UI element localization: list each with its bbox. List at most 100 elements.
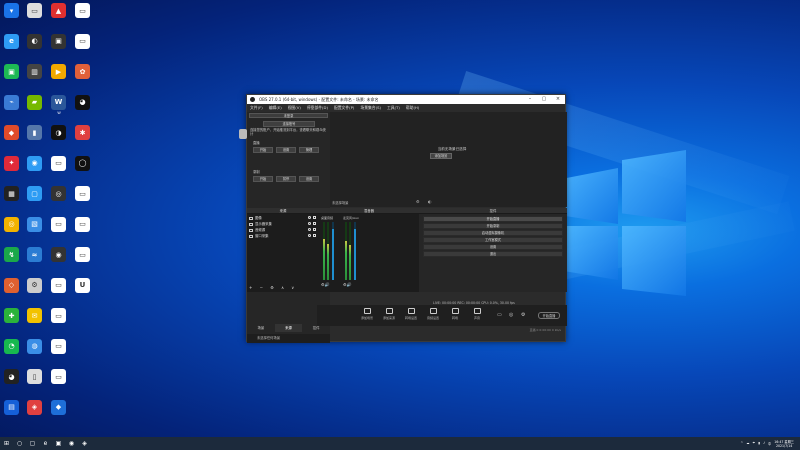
desktop-icon[interactable]: ◯ bbox=[71, 155, 95, 182]
desktop-icon[interactable]: ◕ bbox=[0, 368, 24, 395]
lock-icon[interactable] bbox=[313, 228, 316, 231]
menu-item[interactable]: 场景集合(S) bbox=[360, 104, 381, 112]
mixer-mic-mute-icon[interactable]: ⚙🔊 bbox=[343, 283, 355, 287]
desktop-icon[interactable]: ▭ bbox=[47, 216, 71, 243]
desktop-icon[interactable]: ▭ bbox=[71, 2, 95, 29]
desktop-icon[interactable]: ▣ bbox=[47, 33, 71, 60]
desktop-icon[interactable]: WW bbox=[47, 94, 71, 121]
desktop-icon[interactable]: ▤ bbox=[0, 399, 24, 426]
transition-settings-tool[interactable]: 转场设置 bbox=[401, 307, 421, 324]
desktop-icon[interactable]: ▥ bbox=[23, 63, 47, 90]
start-recording-button[interactable]: 开始录制 bbox=[423, 223, 563, 229]
filters-icon[interactable]: ◐ bbox=[428, 199, 432, 204]
desktop-icon[interactable]: ◕ bbox=[71, 94, 95, 121]
desktop-icon[interactable]: ⚙ bbox=[23, 277, 47, 304]
desktop-icon[interactable]: ✚ bbox=[0, 307, 24, 334]
maximize-button[interactable]: ▢ bbox=[537, 95, 551, 104]
desktop-icon[interactable]: U bbox=[71, 277, 95, 304]
account-select[interactable]: 未登录 bbox=[249, 113, 328, 118]
tab-sources[interactable]: 来源 bbox=[274, 324, 303, 332]
start-streaming-button[interactable]: 开始直播 bbox=[423, 216, 563, 222]
add-scene-button[interactable]: 添加场景 bbox=[430, 153, 452, 159]
menu-item[interactable]: 停靠部件(D) bbox=[307, 104, 328, 112]
preview-area[interactable]: 当前无场景已选择 添加场景 bbox=[330, 112, 567, 207]
desktop-icon[interactable]: ◔ bbox=[0, 338, 24, 365]
desktop-icon[interactable]: ▭ bbox=[23, 2, 47, 29]
desktop-icon[interactable]: ✱ bbox=[71, 124, 95, 151]
desktop-icon[interactable]: ▭ bbox=[47, 338, 71, 365]
desktop-icon[interactable]: ▧ bbox=[23, 216, 47, 243]
menu-item[interactable]: 编辑(E) bbox=[269, 104, 282, 112]
exit-button[interactable]: 退出 bbox=[423, 251, 563, 257]
menu-item[interactable]: 配置文件(P) bbox=[334, 104, 354, 112]
desktop-icon[interactable]: ◎ bbox=[0, 216, 24, 243]
audio-settings-tool[interactable]: 音频设置 bbox=[423, 307, 443, 324]
taskbar-app-icon[interactable]: e bbox=[39, 437, 52, 450]
source-actions[interactable]: + − ⚙ ∧ ∨ bbox=[249, 285, 297, 290]
desktop-icon[interactable]: ▮ bbox=[23, 124, 47, 151]
menu-item[interactable]: 文件(F) bbox=[250, 104, 263, 112]
lock-icon[interactable] bbox=[313, 234, 316, 237]
record-pause-button[interactable]: 暂停 bbox=[276, 176, 296, 182]
desktop-icon[interactable]: ≈ bbox=[23, 246, 47, 273]
desktop-icon[interactable]: ▶ bbox=[47, 63, 71, 90]
record-settings-button[interactable]: 设置 bbox=[299, 176, 319, 182]
desktop-icon[interactable]: ▭ bbox=[47, 307, 71, 334]
desktop-icon[interactable]: ◎ bbox=[47, 185, 71, 212]
start-virtualcam-button[interactable]: 启动虚拟摄像机 bbox=[423, 230, 563, 236]
desktop-icon[interactable]: ▦ bbox=[0, 185, 24, 212]
desktop-icon[interactable]: ▭ bbox=[47, 277, 71, 304]
tab-scenes[interactable]: 场景 bbox=[247, 324, 275, 332]
list-item[interactable]: 窗口采集 bbox=[249, 233, 317, 239]
avatar[interactable] bbox=[239, 129, 247, 139]
desktop-icon[interactable]: ◍ bbox=[23, 338, 47, 365]
taskbar-app-icon[interactable]: ▣ bbox=[52, 437, 65, 450]
desktop-icon[interactable]: ▲ bbox=[47, 2, 71, 29]
clock[interactable]: 16:47 星期三 2021/7/14 bbox=[774, 440, 794, 448]
desktop-icon[interactable]: ▭ bbox=[71, 185, 95, 212]
go-live-button[interactable]: 开始直播 bbox=[538, 312, 560, 319]
desktop-icon[interactable]: ◑ bbox=[47, 124, 71, 151]
studio-mode-button[interactable]: 工作室模式 bbox=[423, 237, 563, 243]
desktop-icon[interactable]: ◉ bbox=[47, 246, 71, 273]
desktop-icon[interactable]: ▭ bbox=[71, 246, 95, 273]
gear-icon[interactable]: ⚙ bbox=[521, 312, 525, 318]
tray-icon[interactable]: ☁ bbox=[746, 441, 749, 446]
stream-start-button[interactable]: 开始 bbox=[253, 147, 273, 153]
desktop-icon[interactable]: ▾ bbox=[0, 2, 24, 29]
desktop-icon[interactable]: ◇ bbox=[0, 277, 24, 304]
desktop-icon[interactable]: ▯ bbox=[23, 368, 47, 395]
visibility-icon[interactable] bbox=[308, 228, 311, 231]
tray-icon[interactable]: ♪ bbox=[763, 441, 765, 446]
desktop-icon[interactable]: ▭ bbox=[47, 155, 71, 182]
volume-slider[interactable] bbox=[332, 222, 334, 280]
desktop-icon[interactable]: ▭ bbox=[47, 368, 71, 395]
record-start-button[interactable]: 开始 bbox=[253, 176, 273, 182]
lock-icon[interactable] bbox=[313, 222, 316, 225]
connect-account-button[interactable]: 连接账号 bbox=[263, 121, 315, 127]
taskbar-app-icon[interactable]: ◉ bbox=[65, 437, 78, 450]
visibility-icon[interactable] bbox=[308, 216, 311, 219]
desktop-icon[interactable]: ▰ bbox=[23, 94, 47, 121]
tray-icon[interactable]: 中 bbox=[768, 441, 771, 446]
mixer-desktop-mute-icon[interactable]: ⚙🔊 bbox=[321, 283, 333, 287]
desktop-icon[interactable]: ◉ bbox=[23, 155, 47, 182]
desktop-icon[interactable]: ✉ bbox=[23, 307, 47, 334]
desktop-icon[interactable]: ✦ bbox=[0, 155, 24, 182]
desktop-icon[interactable]: ✿ bbox=[71, 63, 95, 90]
transition-tool[interactable]: 转场 bbox=[445, 307, 465, 324]
visibility-icon[interactable] bbox=[308, 234, 311, 237]
desktop-icon[interactable]: ◆ bbox=[47, 399, 71, 426]
start-button[interactable]: ⊞ bbox=[0, 437, 13, 450]
add-scene-tool[interactable]: 添加场景 bbox=[357, 307, 377, 324]
desktop-icon[interactable]: ↯ bbox=[0, 246, 24, 273]
stream-settings-button[interactable]: 设置 bbox=[276, 147, 296, 153]
tray-icon[interactable]: ▮ bbox=[758, 441, 760, 446]
menu-item[interactable]: 帮助(H) bbox=[406, 104, 419, 112]
record-icon[interactable]: ▭ bbox=[497, 312, 502, 318]
desktop-icon[interactable]: ▢ bbox=[23, 185, 47, 212]
sound-tool[interactable]: 声音 bbox=[467, 307, 487, 324]
close-button[interactable]: × bbox=[551, 95, 565, 104]
desktop-icon[interactable]: ◆ bbox=[0, 124, 24, 151]
taskbar-app-icon[interactable]: ◈ bbox=[78, 437, 91, 450]
